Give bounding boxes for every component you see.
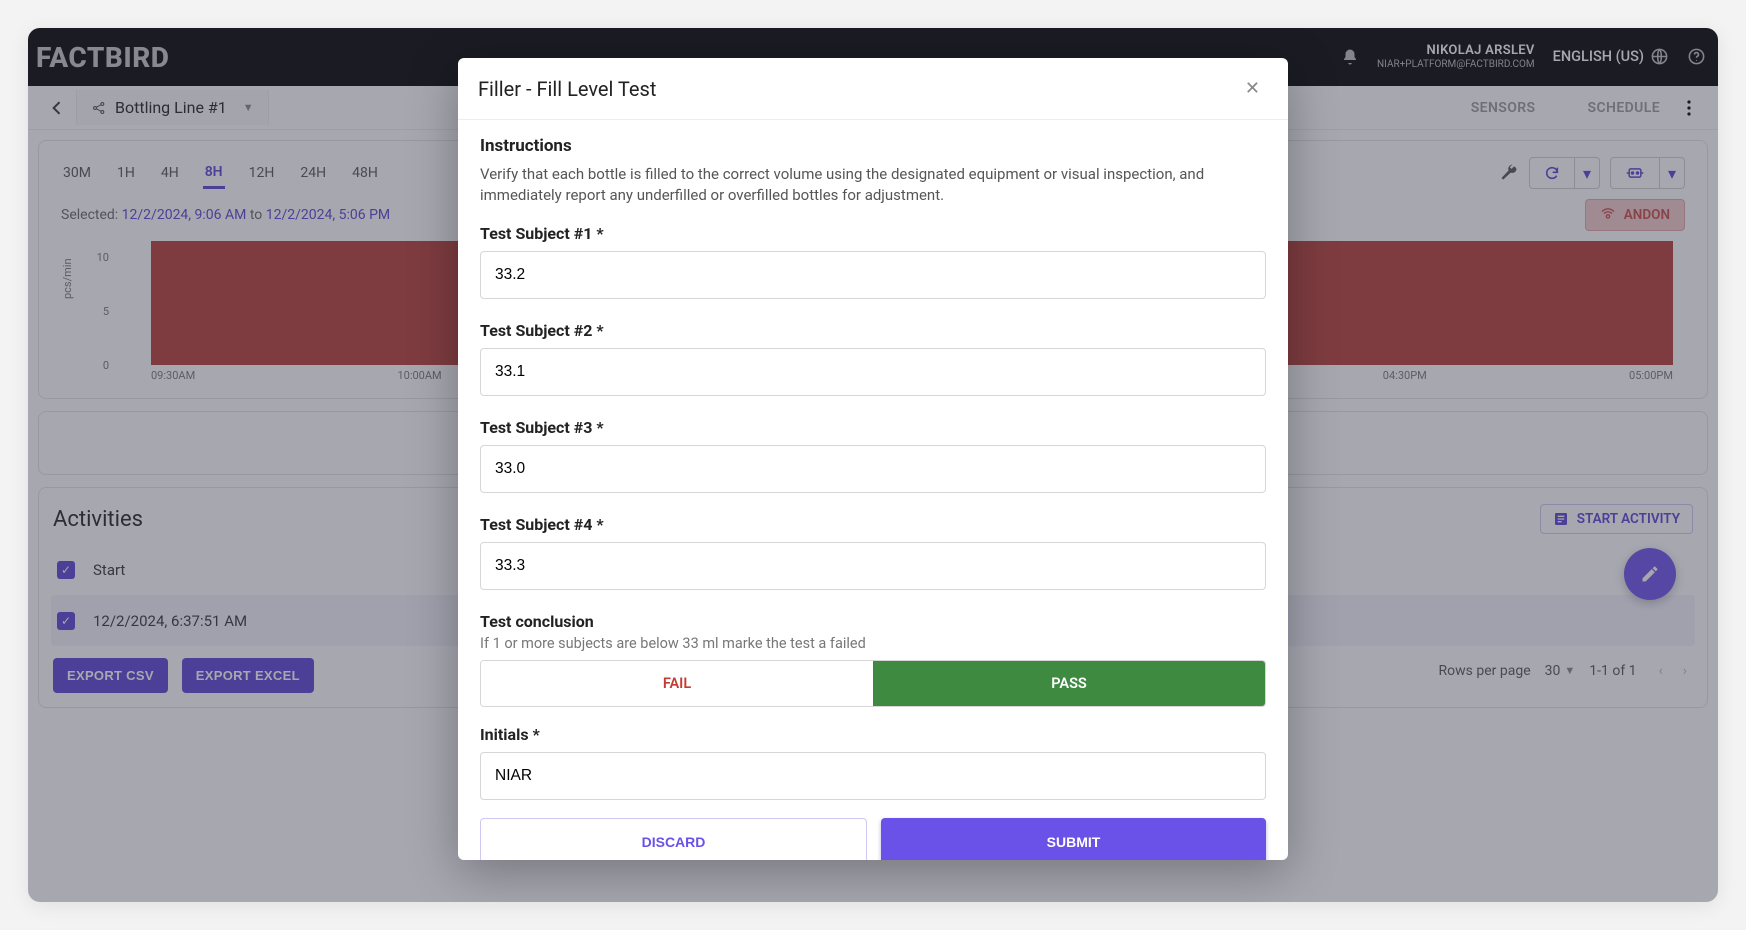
conclusion-toggle: FAIL PASS bbox=[480, 660, 1266, 707]
subject4-label: Test Subject #4 * bbox=[480, 515, 1266, 534]
close-button[interactable]: ✕ bbox=[1237, 74, 1268, 103]
conclusion-fail-option[interactable]: FAIL bbox=[481, 661, 873, 706]
modal-title: Filler - Fill Level Test bbox=[478, 77, 656, 101]
subject1-input[interactable] bbox=[480, 251, 1266, 299]
conclusion-subtext: If 1 or more subjects are below 33 ml ma… bbox=[480, 635, 1266, 652]
submit-button[interactable]: SUBMIT bbox=[881, 818, 1266, 860]
initials-label: Initials * bbox=[480, 725, 1266, 744]
subject3-input[interactable] bbox=[480, 445, 1266, 493]
subject1-label: Test Subject #1 * bbox=[480, 224, 1266, 243]
discard-button[interactable]: DISCARD bbox=[480, 818, 867, 860]
instructions-text: Verify that each bottle is filled to the… bbox=[480, 164, 1266, 206]
modal-header: Filler - Fill Level Test ✕ bbox=[458, 58, 1288, 120]
app-window: FACTBIRD NIKOLAJ ARSLEV NIAR+PLATFORM@FA… bbox=[28, 28, 1718, 902]
subject2-input[interactable] bbox=[480, 348, 1266, 396]
conclusion-label: Test conclusion bbox=[480, 612, 1266, 631]
modal-body: Instructions Verify that each bottle is … bbox=[458, 120, 1288, 860]
subject2-label: Test Subject #2 * bbox=[480, 321, 1266, 340]
initials-input[interactable] bbox=[480, 752, 1266, 800]
modal-backdrop: Filler - Fill Level Test ✕ Instructions … bbox=[28, 28, 1718, 902]
fill-level-test-modal: Filler - Fill Level Test ✕ Instructions … bbox=[458, 58, 1288, 860]
subject3-label: Test Subject #3 * bbox=[480, 418, 1266, 437]
modal-actions: DISCARD SUBMIT bbox=[480, 818, 1266, 860]
subject4-input[interactable] bbox=[480, 542, 1266, 590]
conclusion-pass-option[interactable]: PASS bbox=[873, 661, 1265, 706]
instructions-heading: Instructions bbox=[480, 136, 1266, 156]
